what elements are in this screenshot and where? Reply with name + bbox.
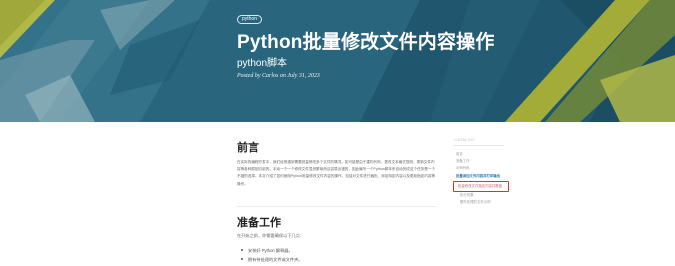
catalog-title: CATALOG bbox=[454, 137, 475, 142]
post-title: Python批量修改文件内容操作 bbox=[237, 32, 495, 53]
intro-paragraph: 在实际的编程开发中，我们经常遇到需要批量修改多个文件的情况，如可能是由于重构代码… bbox=[237, 160, 436, 186]
preparation-list: 安装好 Python 解释器。 拥有待处理的文件或文件夹。 bbox=[237, 246, 302, 264]
section-heading-preparation: 准备工作 bbox=[237, 217, 281, 229]
catalog-divider bbox=[454, 145, 504, 146]
header-background-image bbox=[0, 0, 675, 122]
list-item: 安装好 Python 解释器。 bbox=[237, 246, 302, 255]
post-tag[interactable]: python bbox=[237, 15, 263, 24]
section-divider bbox=[237, 206, 437, 207]
post-header: python Python批量修改文件内容操作 python脚本 Posted … bbox=[0, 0, 675, 122]
catalog-item-active[interactable]: 批量添加文件内容并打印输出 bbox=[456, 173, 500, 178]
catalog-item[interactable]: 示例代码 bbox=[456, 165, 470, 170]
catalog-item[interactable]: 准备工作 bbox=[456, 158, 470, 163]
post-meta: Posted by Carlos on July 31, 2023 bbox=[237, 73, 320, 79]
section-heading-intro: 前言 bbox=[237, 142, 259, 154]
preparation-intro: 在开始之前，你需要确保以下几点： bbox=[237, 233, 305, 238]
list-item: 拥有待处理的文件或文件夹。 bbox=[237, 255, 302, 264]
catalog-item[interactable]: 额外处理的文件示例 bbox=[460, 199, 491, 204]
catalog-item[interactable]: 执行效果 bbox=[460, 192, 474, 197]
highlight-box bbox=[453, 181, 509, 192]
catalog-item[interactable]: 前言 bbox=[456, 151, 463, 156]
catalog-sidebar: CATALOG 前言 准备工作 示例代码 批量添加文件内容并打印输出 批量修改文… bbox=[454, 137, 510, 204]
post-subtitle: python脚本 bbox=[237, 58, 288, 69]
